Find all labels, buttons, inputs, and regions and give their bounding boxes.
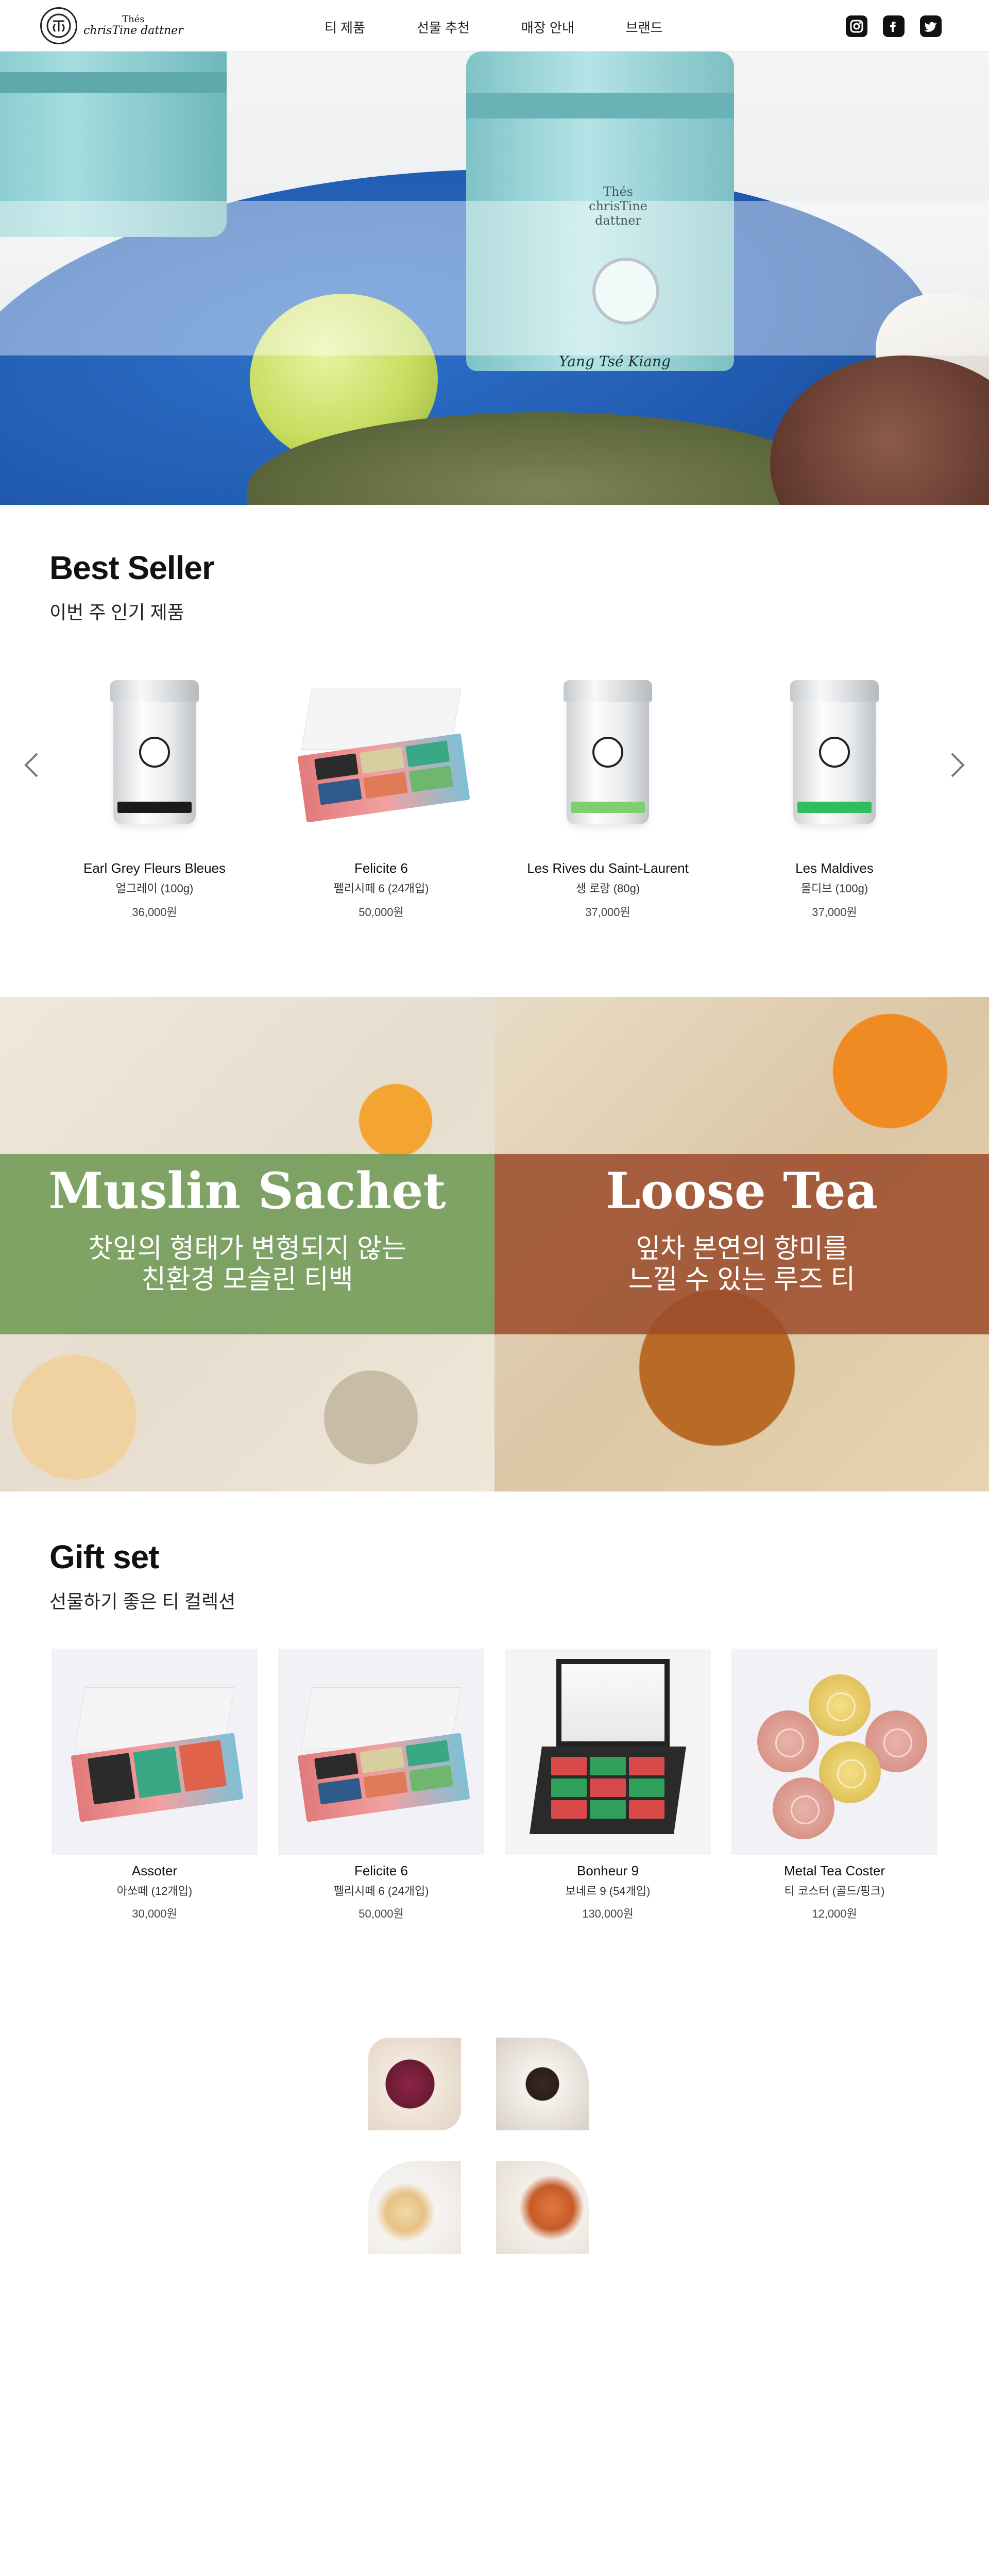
- product-korean-name: 얼그레이 (100g): [115, 882, 194, 895]
- brand-logo[interactable]: Thés chrisTine dattner: [40, 7, 183, 44]
- gift-card[interactable]: Felicite 6 펠리시떼 6 (24개입) 50,000원: [278, 1649, 484, 1921]
- tea-coasters-icon: [737, 1654, 932, 1850]
- product-korean-name: 몰디브 (100g): [800, 882, 868, 895]
- nav-item-gift-recommendation[interactable]: 선물 추천: [417, 18, 470, 37]
- banner-subtitle: 잎차 본연의 향미를 느낄 수 있는 루즈 티: [494, 1234, 989, 1296]
- product-price: 50,000원: [359, 906, 404, 919]
- product-price: 36,000원: [132, 906, 177, 919]
- product-image: [283, 654, 479, 850]
- carousel-prev-button[interactable]: [18, 747, 44, 783]
- loose-tea-banner[interactable]: Loose Tea 잎차 본연의 향미를 느낄 수 있는 루즈 티: [494, 997, 989, 1492]
- nav-item-store-info[interactable]: 매장 안내: [521, 18, 574, 37]
- gift-set-title: Gift set: [49, 1538, 159, 1575]
- hero-banner: Thés chrisTine dattner Yang Tsé Kiang: [0, 52, 989, 505]
- chevron-left-icon: [24, 753, 38, 777]
- nav-item-tea-products[interactable]: 티 제품: [325, 18, 365, 37]
- product-name: Les Maldives: [795, 860, 874, 876]
- gift-korean-name: 아쏘떼 (12개입): [116, 1885, 193, 1897]
- tea-tin-icon: [790, 680, 879, 824]
- hero-light-band: [0, 201, 989, 355]
- best-seller-title: Best Seller: [49, 549, 215, 586]
- banner-subtitle-line2: 친환경 모슬린 티백: [141, 1264, 353, 1295]
- tea-tin-icon: [110, 680, 199, 824]
- banner-subtitle-line1: 잎차 본연의 향미를: [636, 1234, 848, 1264]
- twitter-icon[interactable]: [920, 15, 942, 37]
- gift-card[interactable]: Assoter 아쏘떼 (12개입) 30,000원: [52, 1649, 258, 1921]
- logo-text: Thés chrisTine dattner: [83, 14, 183, 37]
- gift-name: Bonheur 9: [577, 1863, 639, 1878]
- gift-set-grid: Assoter 아쏘떼 (12개입) 30,000원 Felicite 6 펠리…: [0, 1649, 989, 1937]
- hero-tin-brand: Thés chrisTine dattner: [589, 184, 647, 228]
- product-price: 37,000원: [585, 906, 630, 919]
- gallery-thumb-teapot-set[interactable]: [368, 2161, 461, 2254]
- logo-text-line1: Thés: [122, 14, 145, 25]
- banner-title: Loose Tea: [606, 1162, 878, 1220]
- gift-korean-name: 티 코스터 (골드/핑크): [784, 1885, 885, 1897]
- gift-image: [731, 1649, 937, 1855]
- chevron-right-icon: [951, 753, 965, 777]
- banner-subtitle-line2: 느낄 수 있는 루즈 티: [628, 1264, 856, 1295]
- gift-price: 50,000원: [359, 1907, 404, 1920]
- social-links: [846, 15, 942, 37]
- gallery-thumb-tea-cup[interactable]: [496, 2161, 589, 2254]
- facebook-icon[interactable]: [883, 15, 905, 37]
- banner-subtitle: 찻잎의 형태가 변형되지 않는 친환경 모슬린 티백: [0, 1234, 494, 1296]
- logo-text-line2: chrisTine dattner: [83, 24, 183, 37]
- gift-image: [505, 1649, 711, 1855]
- gift-korean-name: 펠리시떼 6 (24개입): [333, 1885, 429, 1897]
- banner-title: Muslin Sachet: [48, 1162, 446, 1220]
- product-image: [57, 654, 252, 850]
- tea-tin-icon: [564, 680, 652, 824]
- gallery-thumb-tea-tin[interactable]: [368, 2038, 461, 2130]
- gift-box-icon: [296, 688, 470, 823]
- muslin-sachet-banner[interactable]: Muslin Sachet 찻잎의 형태가 변형되지 않는 친환경 모슬린 티백: [0, 997, 494, 1492]
- product-card[interactable]: Felicite 6 펠리시떼 6 (24개입) 50,000원: [283, 654, 479, 920]
- gift-name: Felicite 6: [354, 1863, 408, 1878]
- gallery-thumbnails: [368, 2038, 590, 2264]
- product-name: Felicite 6: [354, 860, 408, 876]
- product-image: [737, 654, 932, 850]
- gift-name: Metal Tea Coster: [783, 1863, 885, 1878]
- gift-card[interactable]: Metal Tea Coster 티 코스터 (골드/핑크) 12,000원: [731, 1649, 937, 1921]
- banner-subtitle-line1: 찻잎의 형태가 변형되지 않는: [88, 1234, 406, 1264]
- best-seller-subtitle: 이번 주 인기 제품: [49, 602, 184, 623]
- dark-gift-box-icon: [525, 1659, 690, 1844]
- instagram-icon[interactable]: [846, 15, 867, 37]
- product-korean-name: 생 로랑 (80g): [575, 882, 640, 895]
- hero-tin-label: Yang Tsé Kiang: [559, 353, 671, 370]
- product-image: [510, 654, 706, 850]
- gift-name: Assoter: [131, 1863, 178, 1878]
- site-header: Thés chrisTine dattner 티 제품 선물 추천 매장 안내 …: [0, 0, 989, 52]
- gift-price: 30,000원: [132, 1907, 177, 1920]
- logo-emblem-icon: [40, 7, 77, 44]
- gift-box-icon: [296, 1687, 470, 1822]
- gift-image: [52, 1649, 258, 1855]
- gift-set-subtitle: 선물하기 좋은 티 컬렉션: [49, 1591, 236, 1612]
- carousel-next-button[interactable]: [945, 747, 971, 783]
- gallery-thumb-tea-strainer[interactable]: [496, 2038, 589, 2130]
- gift-price: 130,000원: [582, 1907, 634, 1920]
- product-korean-name: 펠리시떼 6 (24개입): [333, 882, 429, 895]
- product-card[interactable]: Les Rives du Saint-Laurent 생 로랑 (80g) 37…: [510, 654, 706, 920]
- gift-image: [278, 1649, 484, 1855]
- gift-korean-name: 보네르 9 (54개입): [565, 1885, 651, 1897]
- product-name: Earl Grey Fleurs Bleues: [83, 860, 226, 876]
- gift-price: 12,000원: [812, 1907, 857, 1920]
- gift-box-icon: [70, 1687, 244, 1822]
- gift-card[interactable]: Bonheur 9 보네르 9 (54개입) 130,000원: [505, 1649, 711, 1921]
- product-card[interactable]: Earl Grey Fleurs Bleues 얼그레이 (100g) 36,0…: [57, 654, 252, 920]
- product-name: Les Rives du Saint-Laurent: [527, 860, 689, 876]
- nav-item-brand[interactable]: 브랜드: [626, 18, 663, 37]
- product-card[interactable]: Les Maldives 몰디브 (100g) 37,000원: [737, 654, 932, 920]
- product-price: 37,000원: [812, 906, 857, 919]
- best-seller-carousel: Earl Grey Fleurs Bleues 얼그레이 (100g) 36,0…: [0, 654, 989, 943]
- main-nav: 티 제품 선물 추천 매장 안내 브랜드: [325, 18, 663, 37]
